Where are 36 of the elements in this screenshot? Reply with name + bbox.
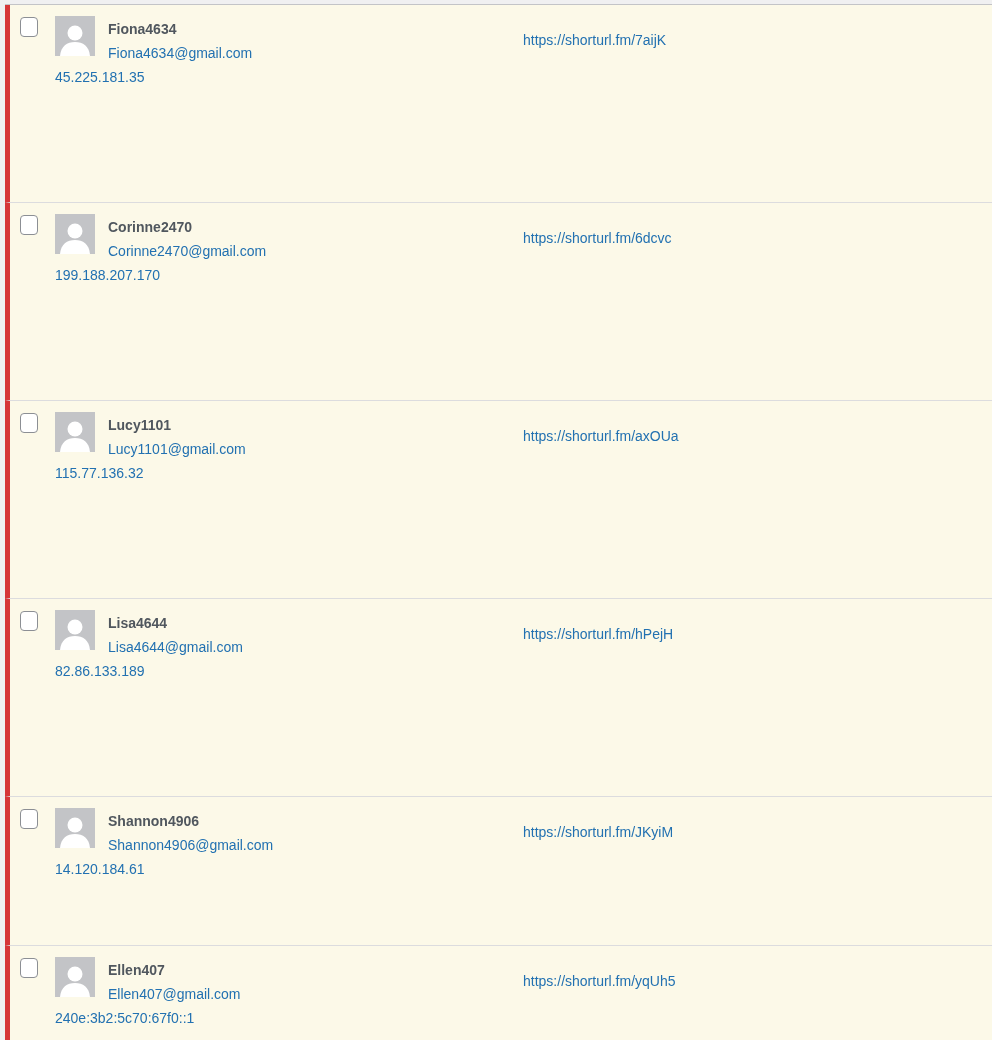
avatar-icon bbox=[55, 610, 95, 650]
author-email-link[interactable]: Shannon4906@gmail.com bbox=[108, 833, 274, 857]
avatar-icon bbox=[55, 16, 95, 56]
author-email-link[interactable]: Lucy1101@gmail.com bbox=[108, 437, 246, 461]
avatar-icon bbox=[55, 412, 95, 452]
author-name: Corinne2470 bbox=[108, 218, 194, 237]
url-link[interactable]: https://shorturl.fm/6dcvc bbox=[523, 230, 672, 246]
author-email-link[interactable]: Ellen407@gmail.com bbox=[108, 982, 241, 1006]
author-name: Ellen407 bbox=[108, 961, 166, 980]
url-link[interactable]: https://shorturl.fm/axOUa bbox=[523, 428, 679, 444]
row-checkbox[interactable] bbox=[20, 958, 38, 978]
avatar-icon bbox=[55, 214, 95, 254]
url-link[interactable]: https://shorturl.fm/hPejH bbox=[523, 626, 674, 642]
author-email-link[interactable]: Lisa4644@gmail.com bbox=[108, 635, 243, 659]
row-checkbox[interactable] bbox=[20, 413, 38, 433]
author-name: Shannon4906 bbox=[108, 812, 201, 831]
avatar-icon bbox=[55, 808, 95, 848]
author-email-link[interactable]: Corinne2470@gmail.com bbox=[108, 239, 267, 263]
url-link[interactable]: https://shorturl.fm/7aijK bbox=[523, 32, 667, 48]
url-link[interactable]: https://shorturl.fm/yqUh5 bbox=[523, 973, 676, 989]
author-name: Lisa4644 bbox=[108, 614, 169, 633]
ip-address-link[interactable]: 45.225.181.35 bbox=[55, 65, 145, 89]
author-name: Fiona4634 bbox=[108, 20, 178, 39]
row-checkbox[interactable] bbox=[20, 215, 38, 235]
row-checkbox[interactable] bbox=[20, 809, 38, 829]
ip-address-link[interactable]: 199.188.207.170 bbox=[55, 263, 161, 287]
avatar-icon bbox=[55, 957, 95, 997]
url-link[interactable]: https://shorturl.fm/JKyiM bbox=[523, 824, 674, 840]
row-checkbox[interactable] bbox=[20, 611, 38, 631]
author-email-link[interactable]: Fiona4634@gmail.com bbox=[108, 41, 253, 65]
ip-address-link[interactable]: 115.77.136.32 bbox=[55, 461, 144, 485]
author-name: Lucy1101 bbox=[108, 416, 173, 435]
ip-address-link[interactable]: 82.86.133.189 bbox=[55, 659, 145, 683]
ip-address-link[interactable]: 240e:3b2:5c70:67f0::1 bbox=[55, 1006, 195, 1030]
ip-address-link[interactable]: 14.120.184.61 bbox=[55, 857, 145, 881]
row-checkbox[interactable] bbox=[20, 17, 38, 37]
